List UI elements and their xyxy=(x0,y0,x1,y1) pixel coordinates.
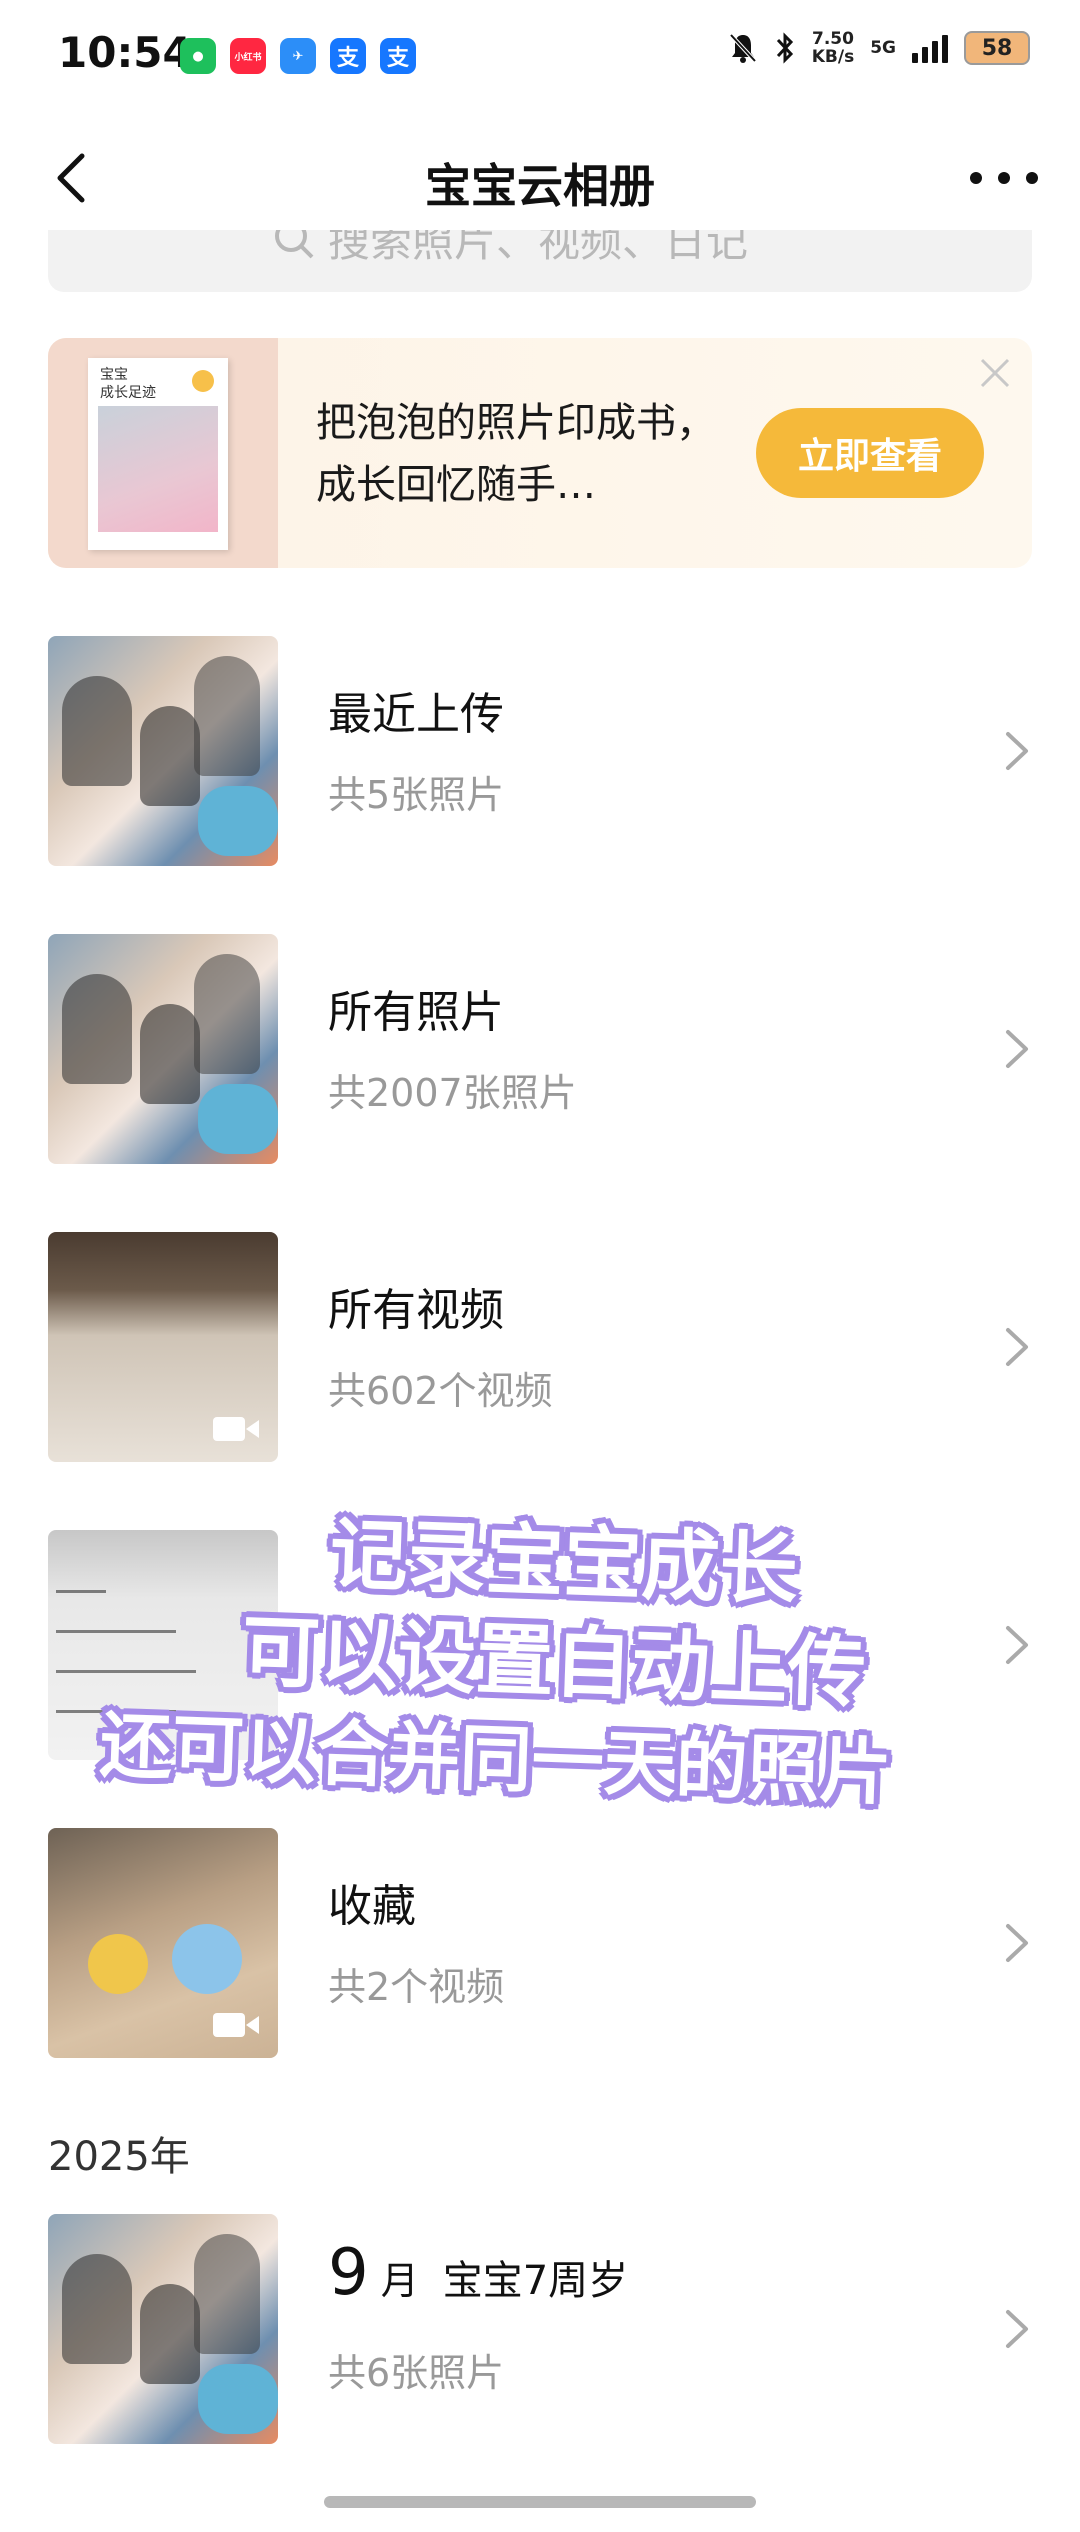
page-title: 宝宝云相册 xyxy=(425,159,655,213)
mute-bell-icon xyxy=(729,33,757,63)
network-speed: 7.50 KB/s xyxy=(811,29,855,67)
album-all-photos[interactable]: 所有照片 共2007张照片 xyxy=(48,934,1032,1164)
status-time: 10:54 xyxy=(58,28,192,77)
month-title: 9 月宝宝7周岁 xyxy=(328,2236,628,2310)
album-favorites[interactable]: 收藏 共2个视频 xyxy=(48,1828,1032,2058)
status-bar: 10:54 ● 小红书 ✈ 支 支 7.50 KB/s 5G 58 xyxy=(0,0,1080,110)
month-album-september[interactable]: 9 月宝宝7周岁 共6张照片 xyxy=(48,2214,1032,2444)
xiaohongshu-icon: 小红书 xyxy=(230,38,266,74)
album-all-videos[interactable]: 所有视频 共602个视频 xyxy=(48,1232,1032,1462)
notification-app-icons: ● 小红书 ✈ 支 支 xyxy=(180,38,416,74)
book-cover-photo xyxy=(98,406,218,532)
book-cover-title: 宝宝 成长足迹 xyxy=(100,367,156,401)
album-recent-uploads[interactable]: 最近上传 共5张照片 xyxy=(48,636,1032,866)
view-now-button[interactable]: 立即查看 xyxy=(756,408,984,498)
video-camera-icon xyxy=(213,1417,259,1441)
chevron-right-icon xyxy=(1006,732,1028,770)
video-camera-icon xyxy=(213,2013,259,2037)
banner-text: 把泡泡的照片印成书，成长回忆随手… xyxy=(316,400,716,508)
search-placeholder: 搜索照片、视频、日记 xyxy=(328,230,749,266)
album-title: 最近上传 xyxy=(328,689,504,740)
wechat-icon: ● xyxy=(180,38,216,74)
section-year-header: 2025年 xyxy=(48,2134,190,2180)
album-thumbnail xyxy=(48,2214,278,2444)
album-thumbnail xyxy=(48,1828,278,2058)
search-icon xyxy=(275,230,314,258)
nav-bar: 宝宝云相册 xyxy=(0,120,1080,240)
album-title: 收藏 xyxy=(328,1881,416,1932)
more-options-icon[interactable] xyxy=(966,158,1042,198)
battery-indicator: 58 xyxy=(964,31,1030,65)
photo-book-image: 宝宝 成长足迹 xyxy=(48,338,278,568)
app-icon: ✈ xyxy=(280,38,316,74)
chevron-right-icon xyxy=(1006,2310,1028,2348)
network-block: 5G xyxy=(870,38,896,58)
album-thumbnail xyxy=(48,934,278,1164)
album-title: 所有照片 xyxy=(328,987,504,1038)
chevron-right-icon xyxy=(1006,1030,1028,1068)
close-icon[interactable] xyxy=(978,356,1012,390)
signal-strength-icon xyxy=(912,33,948,63)
overlay-caption: 记录宝宝成长 可以设置自动上传 还可以合并同一天的照片 xyxy=(99,1500,1060,1840)
status-indicators: 7.50 KB/s 5G 58 xyxy=(728,30,1030,66)
album-count: 共6张照片 xyxy=(328,2351,505,2395)
album-thumbnail xyxy=(48,1232,278,1462)
album-count: 共2007张照片 xyxy=(328,1071,577,1115)
album-count: 共602个视频 xyxy=(328,1369,553,1413)
photo-book-banner[interactable]: 宝宝 成长足迹 把泡泡的照片印成书，成长回忆随手… 立即查看 xyxy=(48,338,1032,568)
alipay-icon: 支 xyxy=(380,38,416,74)
month-note: 宝宝7周岁 xyxy=(442,2258,629,2304)
album-count: 共5张照片 xyxy=(328,773,505,817)
network-type: 5G xyxy=(870,38,896,58)
month-number: 9 xyxy=(328,2236,369,2310)
home-indicator[interactable] xyxy=(324,2496,756,2508)
search-bar[interactable]: 搜索照片、视频、日记 xyxy=(48,230,1032,292)
alipay-icon: 支 xyxy=(330,38,366,74)
month-unit: 月 xyxy=(380,2259,419,2303)
album-count: 共2个视频 xyxy=(328,1965,505,2009)
album-title: 所有视频 xyxy=(328,1285,504,1336)
album-thumbnail xyxy=(48,636,278,866)
chevron-right-icon xyxy=(1006,1924,1028,1962)
bluetooth-icon xyxy=(776,32,793,64)
sun-icon xyxy=(192,370,214,392)
chevron-right-icon xyxy=(1006,1328,1028,1366)
